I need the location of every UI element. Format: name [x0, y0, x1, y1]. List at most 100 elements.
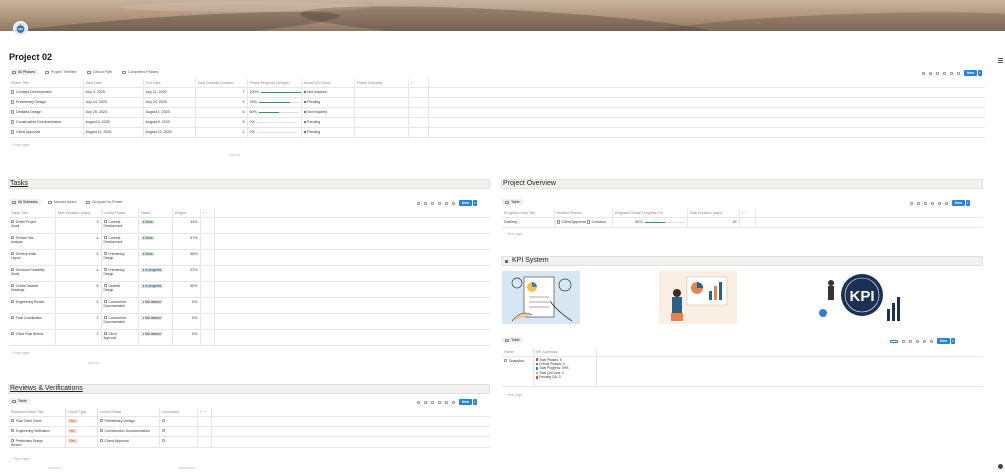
new-button[interactable]: New	[952, 200, 965, 206]
column-header[interactable]: Total Duration (days)	[687, 209, 740, 218]
completed-checkbox[interactable]	[161, 418, 165, 423]
column-header[interactable]: Task Duration (days)	[55, 209, 102, 218]
criticality-cell[interactable]	[354, 87, 409, 98]
status-cell[interactable]: In progress	[138, 265, 173, 282]
column-header[interactable]: Progress Entry Title	[502, 209, 555, 218]
search-icon[interactable]	[943, 71, 946, 75]
expand-icon[interactable]	[950, 71, 953, 75]
column-header[interactable]: Phase Progress (Weight)	[247, 79, 302, 88]
sync-icon[interactable]	[890, 339, 898, 343]
add-column-button[interactable]: + ···	[739, 209, 756, 218]
column-header[interactable]: KPI Summary	[533, 348, 597, 357]
table-row[interactable]: Detailed Design July 25, 2025 August 1, 20…	[9, 107, 985, 118]
linked-phase[interactable]: Client Approval	[97, 436, 160, 448]
linked-phase[interactable]: Concept Development	[101, 233, 139, 250]
new-page-button[interactable]: + New page	[505, 232, 522, 236]
criticality-cell[interactable]	[354, 97, 409, 108]
linked-phase[interactable]: Construction Documentation	[101, 297, 139, 314]
completed-checkbox[interactable]	[161, 428, 165, 433]
expand-icon[interactable]	[445, 201, 448, 205]
column-header[interactable]: Phase Title	[9, 79, 84, 88]
lightning-icon[interactable]	[431, 400, 434, 404]
table-row[interactable]: Construction Documentation August 4, 2025…	[9, 117, 985, 128]
tab-table[interactable]: Table	[9, 398, 30, 404]
lightning-icon[interactable]	[936, 71, 939, 75]
new-button[interactable]: New	[964, 70, 977, 76]
task-title[interactable]: Engineering Review	[16, 300, 44, 304]
review-title[interactable]: Final Client Check	[16, 419, 42, 423]
table-row[interactable]: Define Project Goals 3 Concept Development Do…	[9, 217, 490, 234]
sort-icon[interactable]	[424, 201, 427, 205]
table-row[interactable]: Create Detailed Drawings 6 Detailed Design In…	[9, 281, 490, 298]
task-title-cell[interactable]: Final Coordination	[9, 313, 56, 330]
new-page-button[interactable]: + New page	[505, 393, 522, 397]
linked-phase[interactable]: Construction Documentation	[97, 426, 160, 437]
new-button[interactable]: New	[459, 399, 472, 405]
review-title[interactable]: Engineering Verification	[16, 429, 50, 433]
help-icon[interactable]	[998, 464, 1003, 469]
column-header[interactable]: Status	[138, 209, 173, 218]
phase-link[interactable]: Construc	[592, 220, 606, 224]
expand-icon[interactable]	[938, 201, 941, 205]
linked-phase[interactable]: Preliminary Design	[97, 416, 160, 427]
settings-icon[interactable]	[930, 339, 933, 343]
column-header[interactable]: End Date	[143, 79, 196, 88]
table-row[interactable]: Delivery... Client Approval Construc 50%…	[502, 217, 983, 228]
status-cell[interactable]: Done	[138, 217, 173, 234]
phase-title[interactable]: Client Approval	[16, 130, 40, 134]
completed-checkbox[interactable]	[161, 438, 165, 443]
phase-title[interactable]: Detailed Design	[16, 110, 41, 114]
search-icon[interactable]	[931, 201, 934, 205]
review-title-cell[interactable]: Final Client Check	[9, 416, 66, 427]
task-title-cell[interactable]: Perform Site Analysis	[9, 233, 56, 250]
phase-title[interactable]: Preliminary Design	[16, 100, 46, 104]
entry-title[interactable]: Delivery...	[502, 217, 555, 228]
add-column-button[interactable]: + ···	[197, 408, 212, 417]
phase-title-cell[interactable]: Detailed Design	[9, 107, 84, 118]
new-page-button[interactable]: + New page	[12, 143, 29, 147]
new-button[interactable]: New	[459, 200, 472, 206]
column-header[interactable]: Completed	[159, 408, 198, 417]
chevron-down-icon[interactable]: ▾	[965, 200, 970, 206]
lightning-icon[interactable]	[924, 201, 927, 205]
column-header[interactable]: Check Type	[65, 408, 98, 417]
task-title-cell[interactable]: Develop Initial Layout	[9, 249, 56, 266]
column-header[interactable]: Weight...	[172, 209, 201, 218]
phase-title[interactable]: Construction Documentation	[16, 120, 61, 124]
review-title-cell[interactable]: Preliminary Design Review	[9, 436, 66, 448]
chevron-down-icon[interactable]: ▾	[950, 338, 955, 344]
column-header[interactable]: Name	[502, 348, 534, 357]
filter-icon[interactable]	[417, 201, 420, 205]
chevron-down-icon[interactable]: ▾	[472, 399, 477, 405]
tab-all-subtasks[interactable]: All Subtasks	[9, 199, 41, 205]
phase-title[interactable]: Concept Development	[16, 90, 52, 94]
table-row[interactable]: Final Coordination 2 Construction Documenta…	[9, 313, 490, 330]
status-cell[interactable]: Done	[138, 233, 173, 250]
filter-icon[interactable]	[922, 71, 925, 75]
review-title-cell[interactable]: Engineering Verification	[9, 426, 66, 437]
column-header[interactable]: Actual QA Check	[301, 79, 355, 88]
linked-phase[interactable]: Preliminary Design	[101, 249, 139, 266]
tab-all-phases[interactable]: All Phases	[9, 69, 38, 75]
linked-phase[interactable]: Detailed Design	[101, 281, 139, 298]
filter-icon[interactable]	[417, 400, 420, 404]
add-column-button[interactable]: + ···	[408, 79, 429, 88]
search-icon[interactable]	[916, 339, 919, 343]
linked-phase[interactable]: Client Approval	[101, 329, 139, 346]
phase-title-cell[interactable]: Preliminary Design	[9, 97, 84, 108]
status-cell[interactable]: Not started	[138, 329, 173, 346]
column-header[interactable]: Total Subtask Duration	[195, 79, 248, 88]
criticality-cell[interactable]	[354, 107, 409, 118]
tab-grouped-by-phase[interactable]: Grouped by Phase	[83, 199, 125, 205]
table-row[interactable]: Client Final Review 2 Client Approval Not st…	[9, 329, 490, 346]
add-column-button[interactable]: + ···	[200, 209, 215, 218]
phase-title-cell[interactable]: Client Approval	[9, 127, 84, 138]
tab-critical-path[interactable]: Critical Path	[84, 69, 115, 75]
column-header[interactable]: Related Phases	[554, 209, 613, 218]
lightning-icon[interactable]	[431, 201, 434, 205]
criticality-cell[interactable]	[354, 127, 409, 138]
task-title[interactable]: Structural Feasibility	[16, 268, 45, 272]
column-header[interactable]: Revision/Check Title	[9, 408, 66, 417]
task-title-cell[interactable]: Create Detailed Drawings	[9, 281, 56, 298]
chevron-down-icon[interactable]: ▾	[472, 200, 477, 206]
